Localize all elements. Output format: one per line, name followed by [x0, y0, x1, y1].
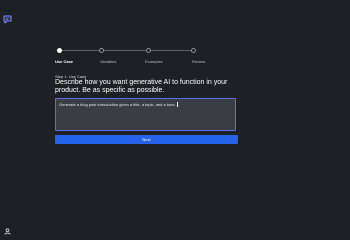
page-heading: Describe how you want generative AI to f… [55, 79, 228, 94]
step-label-review[interactable]: Review [192, 59, 205, 64]
use-case-textarea[interactable]: Generate a blog post introduction given … [55, 98, 236, 131]
next-button[interactable]: Next [55, 135, 238, 144]
step-dot-use-case[interactable] [57, 48, 62, 53]
use-case-text: Generate a blog post introduction given … [59, 102, 176, 107]
step-dot-variables[interactable] [99, 48, 104, 53]
step-label-variables[interactable]: Variables [100, 59, 116, 64]
progress-stepper: Use Case Variables Examples Review [55, 48, 205, 66]
step-dot-examples[interactable] [146, 48, 151, 53]
step-dot-review[interactable] [191, 48, 196, 53]
step-label-examples[interactable]: Examples [145, 59, 163, 64]
chat-bubble-logo-icon[interactable] [3, 11, 12, 24]
user-icon[interactable] [4, 222, 11, 235]
step-label-use-case[interactable]: Use Case [55, 59, 73, 64]
text-cursor [176, 102, 178, 108]
stepper-track [59, 50, 194, 51]
